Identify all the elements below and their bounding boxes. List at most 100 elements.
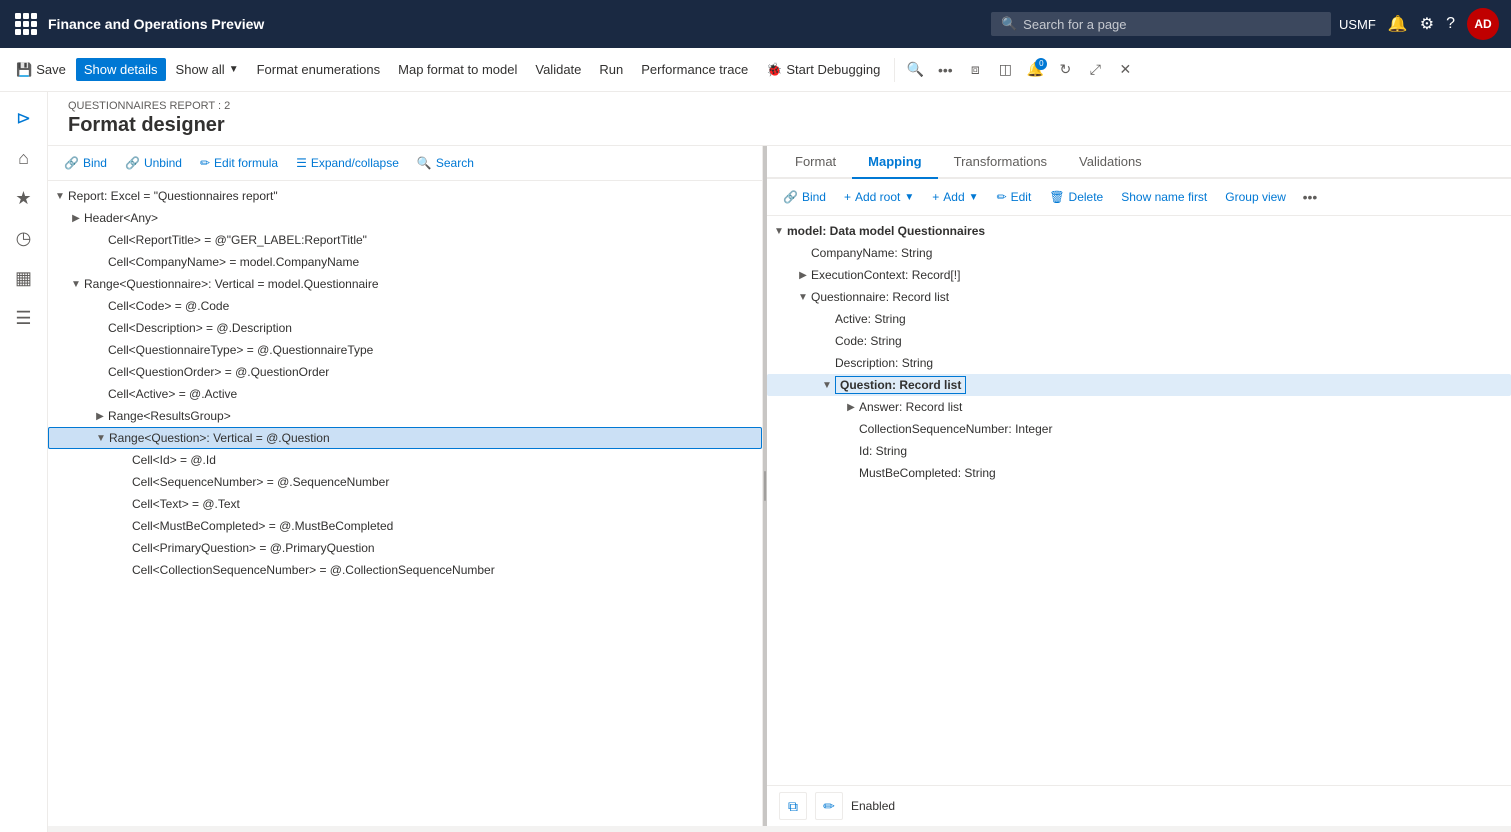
- toolbar-more-button[interactable]: •••: [931, 56, 959, 84]
- expand-collapse-button[interactable]: ☰ Expand/collapse: [288, 152, 407, 174]
- edit-status-button[interactable]: ✏: [815, 792, 843, 820]
- tab-transformations[interactable]: Transformations: [938, 146, 1063, 179]
- run-button[interactable]: Run: [591, 58, 631, 81]
- model-toggle-questionnaire[interactable]: ▼: [795, 289, 811, 305]
- tree-node-cell-coll-seq[interactable]: Cell<CollectionSequenceNumber> = @.Colle…: [48, 559, 762, 581]
- tree-node-cell-mustbe[interactable]: Cell<MustBeCompleted> = @.MustBeComplete…: [48, 515, 762, 537]
- bind-button-right[interactable]: 🔗 Bind: [775, 186, 834, 208]
- global-search[interactable]: 🔍 Search for a page: [991, 12, 1331, 36]
- tree-node-cell-qorder[interactable]: Cell<QuestionOrder> = @.QuestionOrder: [48, 361, 762, 383]
- model-toggle-empty: [819, 333, 835, 349]
- delete-button-right[interactable]: 🗑 Delete: [1041, 186, 1111, 208]
- tree-node-cell-qtype[interactable]: Cell<QuestionnaireType> = @.Questionnair…: [48, 339, 762, 361]
- copy-button[interactable]: ⧉: [779, 792, 807, 820]
- unbind-button[interactable]: 🔗 Unbind: [117, 152, 190, 174]
- toolbar-close-button[interactable]: ✕: [1111, 56, 1139, 84]
- tree-node-cell-id[interactable]: Cell<Id> = @.Id: [48, 449, 762, 471]
- show-name-first-button[interactable]: Show name first: [1113, 186, 1215, 208]
- edit-button-right[interactable]: ✏ Edit: [989, 186, 1040, 208]
- tree-node-range-results-group[interactable]: ▶ Range<ResultsGroup>: [48, 405, 762, 427]
- model-node-answer[interactable]: ▶ Answer: Record list: [767, 396, 1511, 418]
- model-node-exec-context[interactable]: ▶ ExecutionContext: Record[!]: [767, 264, 1511, 286]
- tree-node-cell-text[interactable]: Cell<Text> = @.Text: [48, 493, 762, 515]
- help-icon[interactable]: ?: [1446, 15, 1455, 33]
- model-toggle-root[interactable]: ▼: [771, 223, 787, 239]
- tree-node-header[interactable]: ▶ Header<Any>: [48, 207, 762, 229]
- tab-mapping[interactable]: Mapping: [852, 146, 937, 179]
- tree-toggle-results-group[interactable]: ▶: [92, 408, 108, 424]
- model-node-question[interactable]: ▼ Question: Record list: [767, 374, 1511, 396]
- toolbar-refresh-button[interactable]: ↻: [1051, 56, 1079, 84]
- model-node-questionnaire[interactable]: ▼ Questionnaire: Record list: [767, 286, 1511, 308]
- toolbar-badge-button[interactable]: 🔔0: [1021, 56, 1049, 84]
- model-node-label: Description: String: [835, 356, 933, 370]
- search-button-left[interactable]: 🔍 Search: [409, 152, 482, 174]
- tree-node-label: Cell<PrimaryQuestion> = @.PrimaryQuestio…: [132, 541, 375, 555]
- tree-node-cell-description[interactable]: Cell<Description> = @.Description: [48, 317, 762, 339]
- tree-node-range-question[interactable]: ▼ Range<Question>: Vertical = @.Question: [48, 427, 762, 449]
- bind-button-left[interactable]: 🔗 Bind: [56, 152, 115, 174]
- edit-formula-button[interactable]: ✏ Edit formula: [192, 152, 286, 174]
- tree-toggle-empty: [92, 342, 108, 358]
- model-node-must-be-completed[interactable]: MustBeCompleted: String: [767, 462, 1511, 484]
- tree-node-label: Report: Excel = "Questionnaires report": [68, 189, 278, 203]
- model-node-active[interactable]: Active: String: [767, 308, 1511, 330]
- show-all-button[interactable]: Show all ▼: [168, 58, 247, 81]
- tree-node-label: Cell<Text> = @.Text: [132, 497, 240, 511]
- nav-filter-icon[interactable]: ⊳: [6, 100, 42, 136]
- model-node-coll-seq[interactable]: CollectionSequenceNumber: Integer: [767, 418, 1511, 440]
- main-area: 🔗 Bind 🔗 Unbind ✏ Edit formula ☰ Expand/…: [48, 146, 1511, 826]
- app-grid-button[interactable]: [12, 10, 40, 38]
- tree-node-root[interactable]: ▼ Report: Excel = "Questionnaires report…: [48, 185, 762, 207]
- model-toggle-answer[interactable]: ▶: [843, 399, 859, 415]
- user-avatar[interactable]: AD: [1467, 8, 1499, 40]
- toolbar-expand-button[interactable]: ⤢: [1081, 56, 1109, 84]
- tree-node-cell-code[interactable]: Cell<Code> = @.Code: [48, 295, 762, 317]
- model-toggle-exec[interactable]: ▶: [795, 267, 811, 283]
- model-toggle-question[interactable]: ▼: [819, 377, 835, 393]
- nav-home-icon[interactable]: ⌂: [6, 140, 42, 176]
- save-button[interactable]: 💾 Save: [8, 58, 74, 82]
- map-format-button[interactable]: Map format to model: [390, 58, 525, 81]
- settings-icon[interactable]: ⚙: [1420, 14, 1434, 34]
- model-node-company-name[interactable]: CompanyName: String: [767, 242, 1511, 264]
- add-root-button[interactable]: + Add root ▼: [836, 186, 922, 208]
- tab-format[interactable]: Format: [779, 146, 852, 179]
- tree-node-cell-primary-q[interactable]: Cell<PrimaryQuestion> = @.PrimaryQuestio…: [48, 537, 762, 559]
- model-node-label: CollectionSequenceNumber: Integer: [859, 422, 1052, 436]
- group-view-button[interactable]: Group view: [1217, 186, 1294, 208]
- tree-node-range-questionnaire[interactable]: ▼ Range<Questionnaire>: Vertical = model…: [48, 273, 762, 295]
- toolbar-panel-button[interactable]: ◫: [991, 56, 1019, 84]
- tree-node-cell-active[interactable]: Cell<Active> = @.Active: [48, 383, 762, 405]
- breadcrumb: QUESTIONNAIRES REPORT : 2: [68, 100, 1491, 112]
- tree-toggle-root[interactable]: ▼: [52, 188, 68, 204]
- validate-button[interactable]: Validate: [527, 58, 589, 81]
- tree-node-label: Cell<CollectionSequenceNumber> = @.Colle…: [132, 563, 495, 577]
- nav-star-icon[interactable]: ★: [6, 180, 42, 216]
- tree-node-cell-seqnum[interactable]: Cell<SequenceNumber> = @.SequenceNumber: [48, 471, 762, 493]
- model-node-root[interactable]: ▼ model: Data model Questionnaires: [767, 220, 1511, 242]
- model-node-label: Id: String: [859, 444, 907, 458]
- performance-trace-button[interactable]: Performance trace: [633, 58, 756, 81]
- tree-toggle-range-questionnaire[interactable]: ▼: [68, 276, 84, 292]
- notification-icon[interactable]: 🔔: [1388, 14, 1408, 34]
- start-debugging-button[interactable]: 🐞 Start Debugging: [758, 58, 888, 82]
- tree-toggle-question[interactable]: ▼: [93, 430, 109, 446]
- model-node-code[interactable]: Code: String: [767, 330, 1511, 352]
- model-node-description[interactable]: Description: String: [767, 352, 1511, 374]
- format-enumerations-button[interactable]: Format enumerations: [249, 58, 389, 81]
- show-details-button[interactable]: Show details: [76, 58, 166, 81]
- toolbar-search-button[interactable]: 🔍: [901, 56, 929, 84]
- tree-node-label: Cell<ReportTitle> = @"GER_LABEL:ReportTi…: [108, 233, 367, 247]
- nav-recent-icon[interactable]: ◷: [6, 220, 42, 256]
- right-more-button[interactable]: •••: [1296, 183, 1324, 211]
- tree-toggle-header[interactable]: ▶: [68, 210, 84, 226]
- tree-node-cell-report-title[interactable]: Cell<ReportTitle> = @"GER_LABEL:ReportTi…: [48, 229, 762, 251]
- nav-calendar-icon[interactable]: ▦: [6, 260, 42, 296]
- tab-validations[interactable]: Validations: [1063, 146, 1158, 179]
- add-button-right[interactable]: + Add ▼: [924, 186, 986, 208]
- tree-node-cell-company-name[interactable]: Cell<CompanyName> = model.CompanyName: [48, 251, 762, 273]
- model-node-id[interactable]: Id: String: [767, 440, 1511, 462]
- toolbar-plugin-button[interactable]: ⧈: [961, 56, 989, 84]
- nav-list-icon[interactable]: ☰: [6, 300, 42, 336]
